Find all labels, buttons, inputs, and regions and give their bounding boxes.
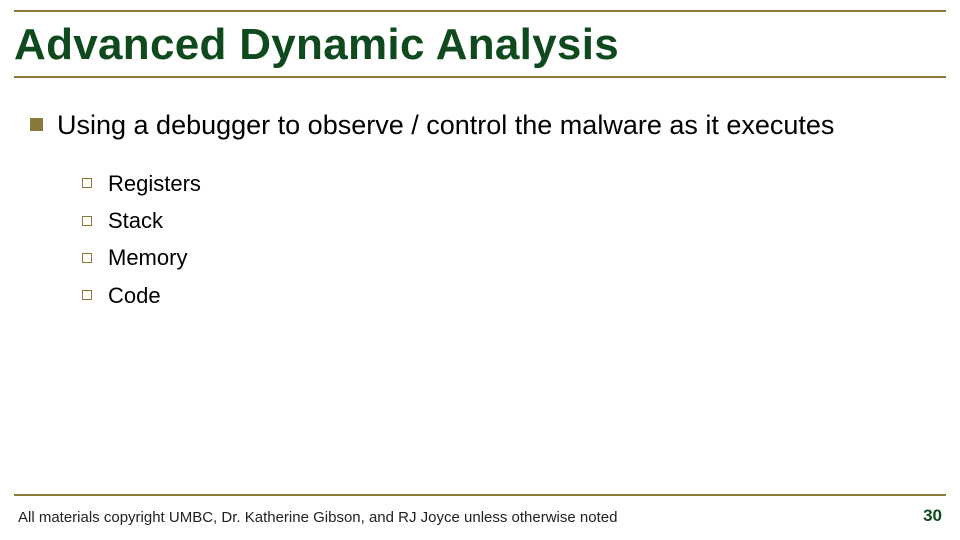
page-number: 30 (923, 506, 942, 526)
bullet-level2-text: Stack (108, 202, 163, 239)
bullet-level2-text: Memory (108, 239, 187, 276)
slide-title: Advanced Dynamic Analysis (14, 20, 946, 78)
bullet-level1: Using a debugger to observe / control th… (30, 108, 930, 143)
bottom-divider (14, 494, 946, 496)
bullet-level2-text: Registers (108, 165, 201, 202)
hollow-square-bullet-icon (82, 216, 92, 226)
bullet-level2: Stack (82, 202, 930, 239)
slide: Advanced Dynamic Analysis Using a debugg… (0, 0, 960, 540)
footer-copyright: All materials copyright UMBC, Dr. Kather… (18, 509, 617, 526)
bullet-level2: Code (82, 277, 930, 314)
sublist: Registers Stack Memory Code (82, 165, 930, 315)
bullet-level1-text: Using a debugger to observe / control th… (57, 108, 930, 143)
bullet-level2: Registers (82, 165, 930, 202)
content-area: Using a debugger to observe / control th… (30, 108, 930, 314)
top-divider (14, 10, 946, 12)
hollow-square-bullet-icon (82, 253, 92, 263)
hollow-square-bullet-icon (82, 290, 92, 300)
hollow-square-bullet-icon (82, 178, 92, 188)
bullet-level2: Memory (82, 239, 930, 276)
bullet-level2-text: Code (108, 277, 161, 314)
square-bullet-icon (30, 118, 43, 131)
